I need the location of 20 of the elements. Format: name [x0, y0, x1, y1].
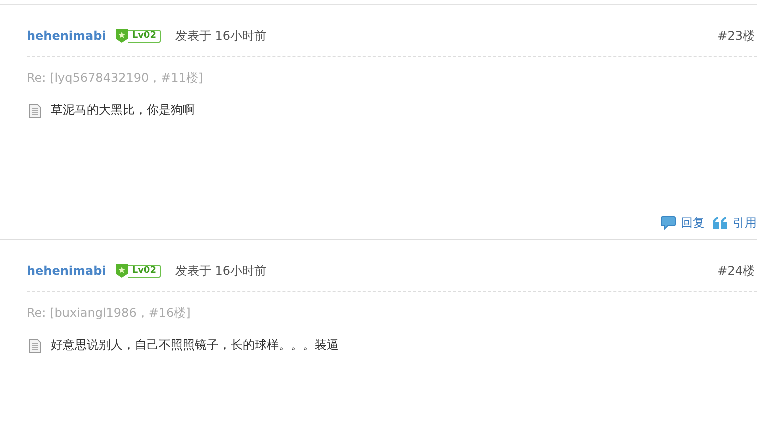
reply-reference: Re: [lyq5678432190，#11楼]: [27, 70, 204, 86]
level-label: Lv02: [128, 264, 162, 278]
speech-bubble-icon: [661, 216, 676, 230]
floor-number: #24楼: [718, 262, 755, 280]
floor-number: #23楼: [718, 28, 755, 44]
post-content: 草泥马的大黑比，你是狗啊: [51, 102, 195, 119]
username-link[interactable]: hehenimabi: [27, 29, 106, 43]
level-label: Lv02: [128, 30, 162, 42]
quote-icon: [713, 217, 728, 229]
post-content: 好意思说别人，自己不照照镜子，长的球样。。。装逼: [51, 337, 339, 354]
document-icon: [29, 104, 41, 118]
shield-icon: [116, 264, 128, 278]
post-time: 发表于 16小时前: [175, 28, 267, 44]
document-icon: [29, 338, 41, 352]
quote-link[interactable]: 引用: [713, 215, 757, 231]
reply-reference: Re: [buxiangl1986，#16楼]: [27, 305, 192, 321]
username-link[interactable]: hehenimabi: [27, 264, 106, 278]
post-time: 发表于 16小时前: [175, 262, 267, 280]
shield-icon: [116, 29, 128, 43]
reply-link[interactable]: 回复: [661, 215, 705, 231]
